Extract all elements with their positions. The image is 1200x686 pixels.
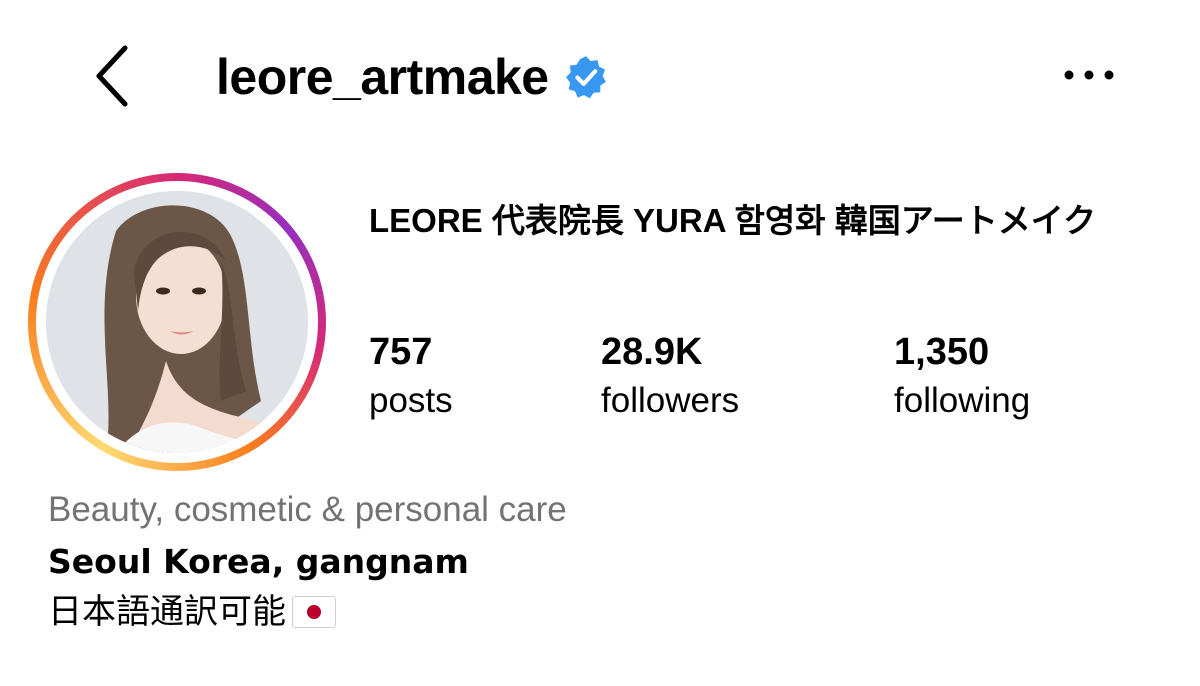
more-horizontal-icon: [1064, 70, 1114, 80]
bio-text: 日本語通訳可能: [48, 592, 286, 632]
profile-display-name: LEORE 代表院長 YURA 함영화 韓国アートメイク: [369, 202, 1097, 239]
verified-badge-icon: [565, 56, 606, 99]
back-button[interactable]: [82, 36, 142, 116]
posts-count-label: posts: [369, 381, 453, 420]
posts-count-value: 757: [369, 331, 433, 373]
followers-count-value: 28.9K: [601, 331, 703, 373]
posts-count[interactable]: 757 posts: [369, 330, 453, 424]
profile-location: Seoul Korea, gangnam: [48, 542, 469, 581]
more-options-button[interactable]: [1054, 50, 1124, 100]
followers-count-label: followers: [601, 381, 740, 420]
japan-flag-icon: [292, 596, 336, 628]
followers-count[interactable]: 28.9K followers: [601, 330, 739, 424]
profile-bio: 日本語通訳可能: [48, 590, 336, 634]
following-count-label: following: [894, 381, 1031, 420]
profile-page: leore_artmake LEORE 代表院長 YURA 함영화 韓国アートメ…: [0, 0, 1200, 686]
following-count[interactable]: 1,350 following: [894, 330, 1030, 424]
profile-header-title: leore_artmake: [216, 42, 609, 112]
story-ring[interactable]: [28, 173, 326, 471]
profile-photo: [46, 191, 308, 453]
following-count-value: 1,350: [894, 331, 990, 373]
profile-avatar[interactable]: [46, 191, 308, 453]
username: leore_artmake: [216, 49, 549, 105]
profile-category: Beauty, cosmetic & personal care: [48, 490, 567, 529]
chevron-left-icon: [96, 45, 128, 107]
